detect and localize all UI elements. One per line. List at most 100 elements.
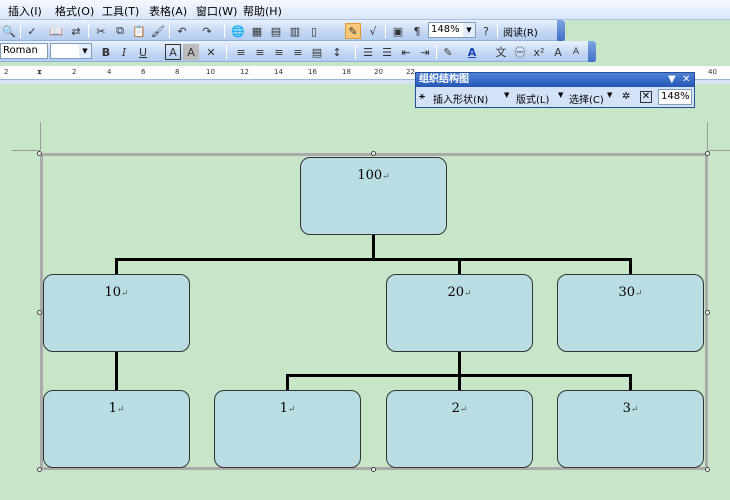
org-node-text: 10 [104,285,121,300]
superscript-icon[interactable]: x² [531,44,547,60]
cut-icon[interactable]: ✂ [93,23,109,39]
copy-icon[interactable]: ⧉ [112,23,128,39]
align-center-icon[interactable]: ≡ [252,44,268,60]
align-right-icon[interactable]: ≡ [271,44,287,60]
ruler-label: 2 [4,68,9,76]
toolbar-options-icon[interactable] [588,41,596,62]
char-scale-icon[interactable]: ✕ [203,44,219,60]
toolbar-options-icon[interactable] [557,20,565,41]
org-node-level1[interactable]: 30↵ [557,274,704,352]
resize-handle[interactable] [705,467,710,472]
org-node-level1[interactable]: 20↵ [386,274,533,352]
resize-handle[interactable] [705,151,710,156]
org-node-level1[interactable]: 10↵ [43,274,190,352]
org-chart-toolbar-title[interactable]: 组织结构图 ▼ ✕ [416,73,694,87]
justify-icon[interactable]: ≡ [290,44,306,60]
research-icon[interactable]: 📖 [48,23,64,39]
distributed-icon[interactable]: ▤ [309,44,325,60]
bullets-icon[interactable]: ☰ [379,44,395,60]
org-zoom-select[interactable]: 148% [658,89,692,105]
format-painter-icon[interactable]: 🖌 [150,23,166,39]
bold-icon[interactable]: B [98,44,114,60]
fit-text-icon[interactable]: ✕ [640,91,652,103]
help-icon[interactable]: ? [478,23,494,39]
phonetic-icon[interactable]: 文 [493,44,509,60]
menu-insert[interactable]: 插入(I) [8,3,42,19]
italic-icon[interactable]: I [116,44,132,60]
org-node-level2[interactable]: 3↵ [557,390,704,468]
toolbar-options-icon[interactable]: ▼ [668,73,676,87]
zoom-select[interactable]: 148% ▼ [428,22,476,38]
org-node-level2[interactable]: 1↵ [43,390,190,468]
underline-icon[interactable]: U [135,44,151,60]
org-node-text: 100 [357,168,383,183]
equation-icon[interactable]: √ [365,23,381,39]
enclose-char-icon[interactable]: ㊀ [512,44,528,60]
org-node-level2[interactable]: 2↵ [386,390,533,468]
resize-handle[interactable] [371,467,376,472]
redo-icon[interactable]: ↷ [199,23,215,39]
chevron-down-icon: ▼ [504,91,510,99]
connector-line [115,258,118,274]
menu-window[interactable]: 窗口(W) [196,3,237,19]
font-color-icon[interactable]: A [464,44,480,60]
paragraph-mark: ↵ [459,405,468,415]
align-left-icon[interactable]: ≡ [233,44,249,60]
undo-icon[interactable]: ↶ [174,23,190,39]
print-preview-icon[interactable]: 🔍 [1,23,17,39]
menu-tools[interactable]: 工具(T) [102,3,139,19]
spelling-icon[interactable]: ✓ [24,23,40,39]
connector-line [629,258,632,274]
show-hide-icon[interactable]: ¶ [409,23,425,39]
insert-table-icon[interactable]: ▤ [268,23,284,39]
highlight-icon[interactable]: ✎ [440,44,456,60]
drawing-icon[interactable]: ✎ [345,23,361,39]
org-node-text: 30 [618,285,635,300]
close-icon[interactable]: ✕ [682,73,690,87]
menu-bar: 插入(I) 格式(O) 工具(T) 表格(A) 窗口(W) 帮助(H) [0,0,730,20]
insert-shape-icon[interactable]: ⚹ [419,91,425,102]
autoformat-icon[interactable]: ✲ [622,91,630,102]
layout-button[interactable]: 版式(L) [516,91,549,106]
resize-handle[interactable] [37,310,42,315]
org-toolbar-title-text: 组织结构图 [419,74,469,85]
ruler-label: 4 [107,68,112,76]
resize-handle[interactable] [705,310,710,315]
margin-guide [40,122,41,150]
paragraph-mark: ↵ [382,172,390,182]
char-shading-icon[interactable]: A [183,44,199,60]
ruler-label: 10 [206,68,215,76]
paste-icon[interactable]: 📋 [131,23,147,39]
select-button[interactable]: 选择(C) [569,91,604,106]
grow-font-icon[interactable]: A [550,44,566,60]
org-node-level2[interactable]: 1↵ [214,390,361,468]
line-spacing-icon[interactable]: ↕ [329,44,345,60]
margin-guide [12,150,40,151]
resize-handle[interactable] [371,151,376,156]
decrease-indent-icon[interactable]: ⇤ [398,44,414,60]
font-size-select[interactable]: ▼ [50,43,92,59]
menu-help[interactable]: 帮助(H) [243,3,282,19]
org-node-root[interactable]: 100↵ [300,157,447,235]
resize-handle[interactable] [37,467,42,472]
translate-icon[interactable]: ⇄ [68,23,84,39]
menu-table[interactable]: 表格(A) [149,3,187,19]
hyperlink-icon[interactable]: 🌐 [230,23,246,39]
insert-shape-button[interactable]: 插入形状(N) [433,91,488,106]
font-name-select[interactable]: Roman [0,43,48,59]
read-button[interactable]: 阅读(R) [503,24,538,39]
shrink-font-icon[interactable]: A [568,44,584,60]
ruler-label: 12 [240,68,249,76]
margin-guide [707,122,708,150]
columns-icon[interactable]: ▯ [306,23,322,39]
resize-handle[interactable] [37,151,42,156]
char-border-icon[interactable]: A [165,44,181,60]
increase-indent-icon[interactable]: ⇥ [417,44,433,60]
connector-line [372,235,375,260]
menu-format[interactable]: 格式(O) [55,3,94,19]
tables-borders-icon[interactable]: ▦ [249,23,265,39]
document-map-icon[interactable]: ▣ [390,23,406,39]
numbering-icon[interactable]: ☰ [360,44,376,60]
insert-excel-icon[interactable]: ▥ [287,23,303,39]
indent-marker-icon[interactable]: ⧗ [37,68,42,77]
